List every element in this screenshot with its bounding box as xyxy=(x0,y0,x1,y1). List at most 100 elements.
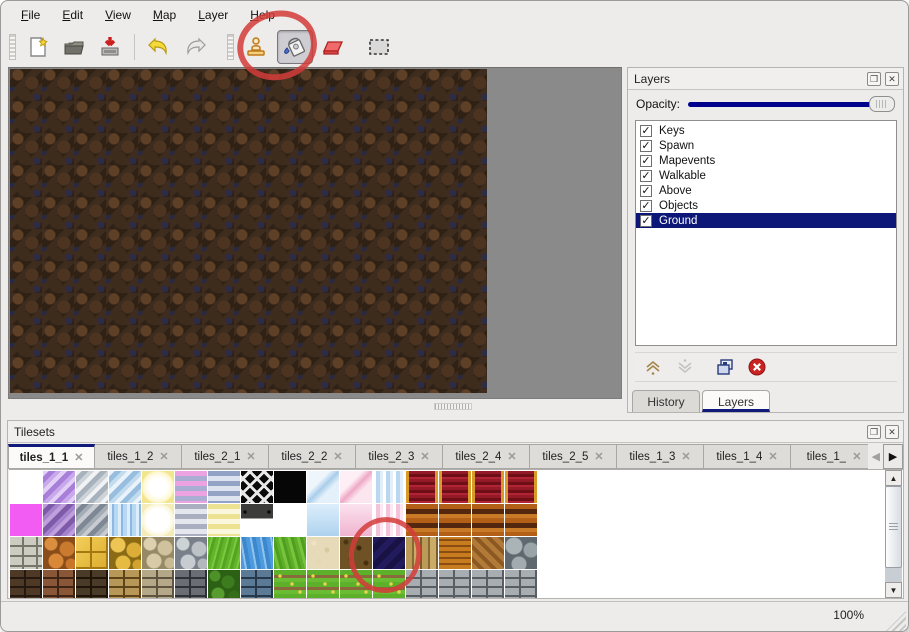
toolbar-drag-handle[interactable] xyxy=(9,34,16,60)
close-tab-icon[interactable]: ✕ xyxy=(159,450,168,463)
tile-water-streaks[interactable] xyxy=(109,504,141,536)
tile-stripes-gray[interactable] xyxy=(175,504,207,536)
tile-cobble-gray[interactable] xyxy=(175,537,207,569)
tile-carpet-orange[interactable] xyxy=(472,504,504,536)
close-tilesets-icon[interactable]: ✕ xyxy=(885,425,899,439)
tile-stones-gold[interactable] xyxy=(109,537,141,569)
tile-panel-pink[interactable] xyxy=(340,471,372,503)
tile-glass-purple-dark[interactable] xyxy=(43,504,75,536)
save-file-button[interactable] xyxy=(95,32,125,62)
lower-layer-icon[interactable] xyxy=(675,357,695,377)
tile-panel-blue[interactable] xyxy=(307,471,339,503)
tile-planks[interactable] xyxy=(406,537,438,569)
layer-row-spawn[interactable]: ✓Spawn xyxy=(636,138,896,153)
open-file-button[interactable] xyxy=(59,32,89,62)
tile-brick-blue[interactable] xyxy=(241,570,273,598)
tile-water-blue[interactable] xyxy=(241,537,273,569)
tile-brick-brown[interactable] xyxy=(43,570,75,598)
tile-path-grass[interactable] xyxy=(373,570,405,598)
layer-checkbox[interactable]: ✓ xyxy=(640,185,652,197)
tile-brick-beige[interactable] xyxy=(142,570,174,598)
layer-checkbox[interactable]: ✓ xyxy=(640,140,652,152)
raise-layer-icon[interactable] xyxy=(643,357,663,377)
map-canvas[interactable] xyxy=(10,69,487,393)
tile-carpet-orange[interactable] xyxy=(505,504,537,536)
resize-grip[interactable] xyxy=(886,611,906,631)
tile-brick-graydark[interactable] xyxy=(175,570,207,598)
tile-lattice[interactable] xyxy=(241,471,273,503)
menu-file[interactable]: File xyxy=(11,5,50,25)
tileset-tab-tiles_1_[interactable]: tiles_1_✕ xyxy=(791,444,868,469)
close-tab-icon[interactable]: ✕ xyxy=(768,450,777,463)
tile-path-grass[interactable] xyxy=(274,570,306,598)
menu-map[interactable]: Map xyxy=(143,5,186,25)
tile-dirt[interactable] xyxy=(340,537,372,569)
close-tab-icon[interactable]: ✕ xyxy=(420,450,429,463)
tileset-tab-tiles_1_4[interactable]: tiles_1_4✕ xyxy=(704,444,791,469)
tile-brick-lightgray[interactable] xyxy=(406,570,438,598)
tile-glass-purple[interactable] xyxy=(43,471,75,503)
close-tab-icon[interactable]: ✕ xyxy=(681,450,690,463)
redo-button[interactable] xyxy=(180,32,210,62)
tile-carpet-red[interactable] xyxy=(439,471,471,503)
tile-brick-dark[interactable] xyxy=(76,570,108,598)
tile-brick-darkbrown[interactable] xyxy=(10,570,42,598)
float-tilesets-icon[interactable]: ❐ xyxy=(867,425,881,439)
fill-tool-button[interactable] xyxy=(277,30,313,64)
stamp-tool-button[interactable] xyxy=(241,32,271,62)
tile-cobble-orange[interactable] xyxy=(43,537,75,569)
tile-brick-lightgray[interactable] xyxy=(439,570,471,598)
tile-brick-tan[interactable] xyxy=(109,570,141,598)
tile-stripes-blue[interactable] xyxy=(208,471,240,503)
tile-sign[interactable] xyxy=(241,504,273,536)
palette-scrollbar[interactable]: ▲ ▼ xyxy=(885,470,902,598)
tileset-tab-tiles_2_5[interactable]: tiles_2_5✕ xyxy=(530,444,617,469)
tile-carpet-red[interactable] xyxy=(406,471,438,503)
close-tab-icon[interactable]: ✕ xyxy=(852,450,861,463)
tab-history[interactable]: History xyxy=(632,390,700,412)
layer-row-walkable[interactable]: ✓Walkable xyxy=(636,168,896,183)
tile-stone-blocks[interactable] xyxy=(10,537,42,569)
layer-row-ground[interactable]: ✓Ground xyxy=(636,213,896,228)
tileset-tab-tiles_1_1[interactable]: tiles_1_1✕ xyxy=(8,444,95,469)
tab-layers[interactable]: Layers xyxy=(702,390,770,412)
tile-grass[interactable] xyxy=(208,537,240,569)
tileset-tab-tiles_1_2[interactable]: tiles_1_2✕ xyxy=(95,444,182,469)
tile-carpet-red[interactable] xyxy=(505,471,537,503)
undo-button[interactable] xyxy=(144,32,174,62)
tile-panel-blue2[interactable] xyxy=(307,504,339,536)
tile-path-grass[interactable] xyxy=(307,570,339,598)
tile-glass-gray[interactable] xyxy=(76,471,108,503)
scroll-down-icon[interactable]: ▼ xyxy=(885,582,902,598)
tile-carpet-orange[interactable] xyxy=(406,504,438,536)
menu-help[interactable]: Help xyxy=(240,5,285,25)
tileset-tab-tiles_2_4[interactable]: tiles_2_4✕ xyxy=(443,444,530,469)
scroll-tabs-right-icon[interactable]: ▶ xyxy=(883,444,903,469)
toolbar2-drag-handle[interactable] xyxy=(227,34,234,60)
layer-checkbox[interactable]: ✓ xyxy=(640,125,652,137)
scroll-tabs-left-icon[interactable]: ◀ xyxy=(869,450,883,463)
close-panel-icon[interactable]: ✕ xyxy=(885,72,899,86)
tile-hedge[interactable] xyxy=(208,570,240,598)
tile-empty[interactable] xyxy=(274,504,306,536)
opacity-slider[interactable] xyxy=(688,96,895,112)
map-viewport[interactable] xyxy=(8,67,622,399)
delete-layer-icon[interactable] xyxy=(747,357,767,377)
tileset-tab-tiles_2_1[interactable]: tiles_2_1✕ xyxy=(182,444,269,469)
tile-tiles-gold[interactable] xyxy=(76,537,108,569)
layer-checkbox[interactable]: ✓ xyxy=(640,170,652,182)
tile-navy[interactable] xyxy=(373,537,405,569)
splitter-grip[interactable] xyxy=(434,403,472,410)
tile-herringbone[interactable] xyxy=(472,537,504,569)
tile-stones-gray[interactable] xyxy=(505,537,537,569)
tileset-tab-tiles_1_3[interactable]: tiles_1_3✕ xyxy=(617,444,704,469)
tile-cobble-beige[interactable] xyxy=(142,537,174,569)
close-tab-icon[interactable]: ✕ xyxy=(333,450,342,463)
tile-carpet-orange[interactable] xyxy=(439,504,471,536)
layer-checkbox[interactable]: ✓ xyxy=(640,215,652,227)
tile-curtain-blue[interactable] xyxy=(373,471,405,503)
eraser-tool-button[interactable] xyxy=(319,32,349,62)
close-tab-icon[interactable]: ✕ xyxy=(74,451,83,464)
tile-magenta[interactable] xyxy=(10,504,42,536)
close-tab-icon[interactable]: ✕ xyxy=(246,450,255,463)
